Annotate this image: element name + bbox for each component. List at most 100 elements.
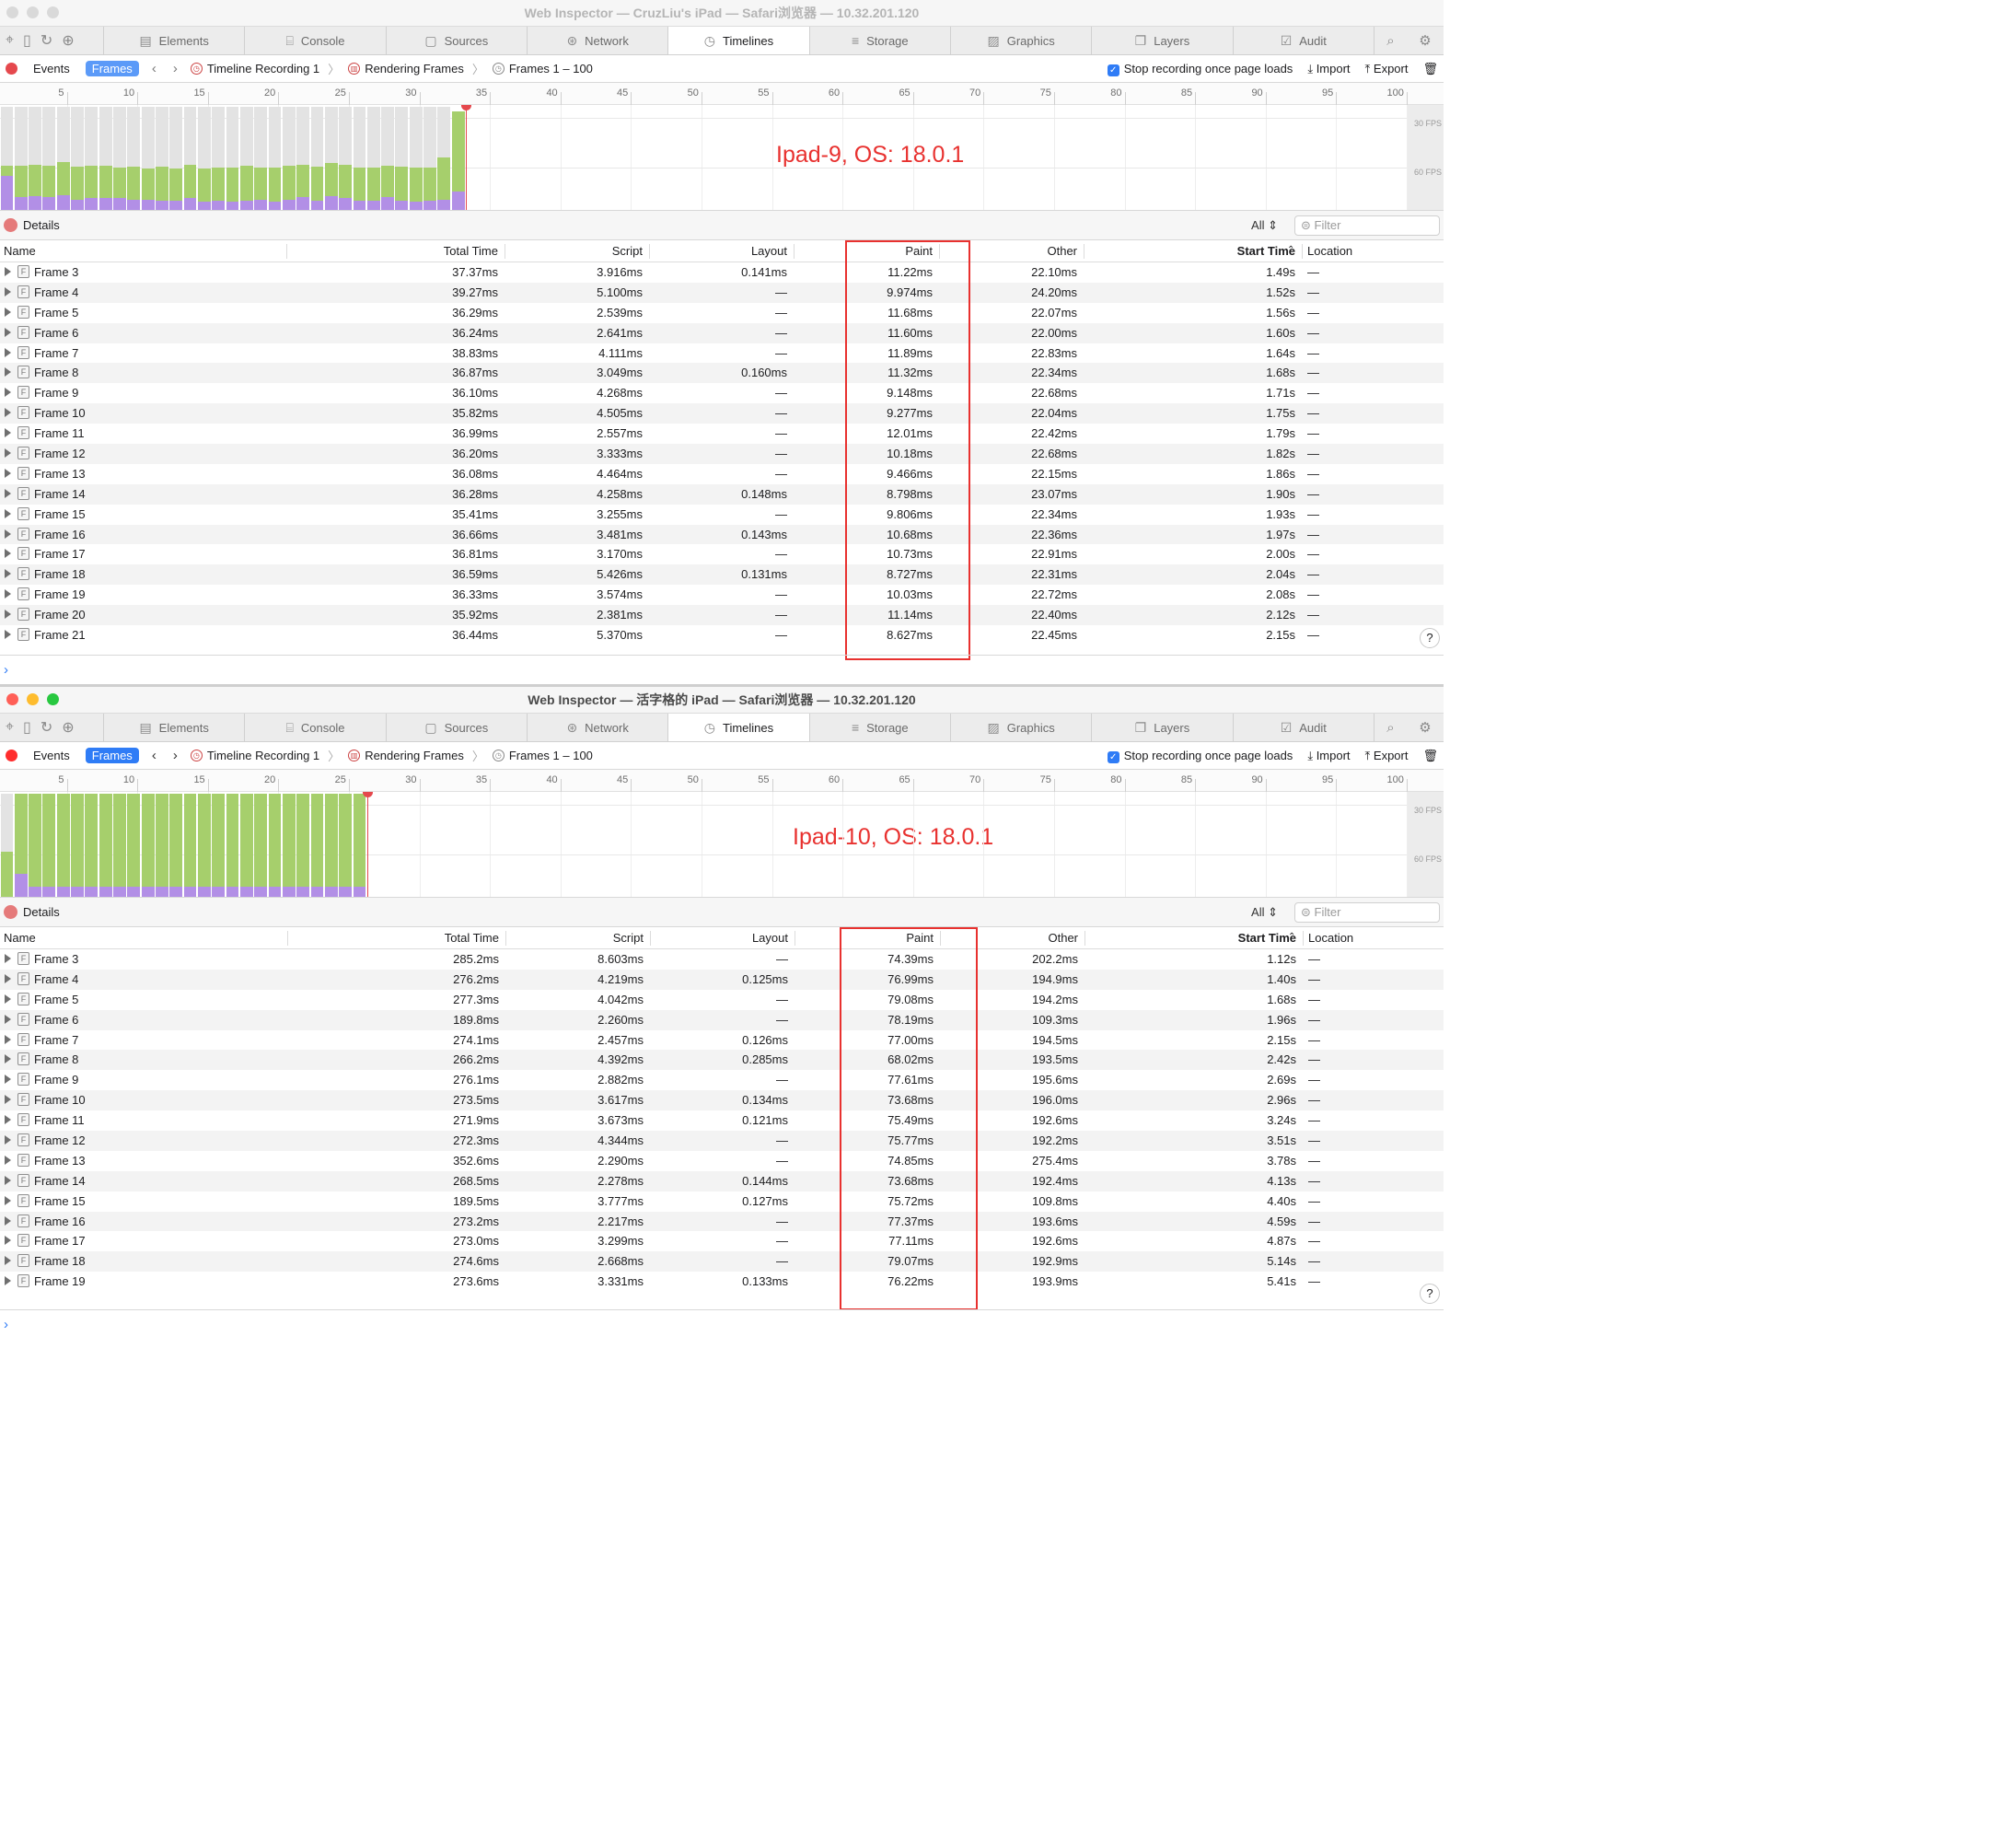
frame-bar[interactable]: [197, 792, 211, 897]
disclosure-triangle-icon[interactable]: [5, 286, 11, 296]
playhead-marker[interactable]: [461, 105, 472, 210]
column-header-other[interactable]: Other: [1047, 244, 1077, 258]
frame-bar[interactable]: [254, 105, 268, 210]
disclosure-triangle-icon[interactable]: [5, 307, 11, 317]
table-row[interactable]: F Frame 18 36.59ms 5.426ms 0.131ms 8.727ms 22.…: [0, 564, 1444, 586]
export-button[interactable]: ⤒ Export: [1365, 62, 1409, 76]
frames-overview[interactable]: 30 FPS 60 FPS Ipad-9, OS: 18.0.1: [0, 105, 1444, 211]
frame-bar[interactable]: [353, 105, 366, 210]
zoom-window-button[interactable]: [47, 6, 59, 18]
element-picker-icon[interactable]: ⌖: [6, 32, 14, 49]
element-picker-icon[interactable]: ⌖: [6, 719, 14, 736]
table-row[interactable]: F Frame 13 36.08ms 4.464ms —9.466ms 22.15ms 1.…: [0, 464, 1444, 484]
disclosure-triangle-icon[interactable]: [5, 1195, 11, 1205]
disclosure-triangle-icon[interactable]: [5, 1034, 11, 1044]
table-row[interactable]: F Frame 7 274.1ms 2.457ms 0.126ms 77.00ms 194.…: [0, 1030, 1444, 1051]
frame-bar[interactable]: [156, 792, 168, 897]
frame-bar[interactable]: [85, 105, 99, 210]
import-button[interactable]: ⤓ Import: [1307, 62, 1350, 76]
disclosure-triangle-icon[interactable]: [5, 347, 11, 357]
download-icon[interactable]: ⊕: [62, 718, 74, 737]
frame-bar[interactable]: [42, 105, 56, 210]
frame-bar[interactable]: [169, 105, 183, 210]
table-row[interactable]: F Frame 3 37.37ms 3.916ms 0.141ms 11.22ms 22.1…: [0, 262, 1444, 283]
column-header-total-time[interactable]: Total Time: [444, 244, 498, 258]
column-separator[interactable]: [287, 931, 288, 946]
disclosure-triangle-icon[interactable]: [5, 954, 11, 963]
stop-recording-checkbox[interactable]: ✓ Stop recording once page loads: [1107, 749, 1293, 763]
table-row[interactable]: F Frame 17 273.0ms 3.299ms —77.11ms 192.6ms 4.…: [0, 1231, 1444, 1251]
table-row[interactable]: F Frame 10 35.82ms 4.505ms —9.277ms 22.04ms 1.…: [0, 403, 1444, 424]
help-button[interactable]: ?: [1420, 1284, 1440, 1304]
frame-bar[interactable]: [310, 105, 324, 210]
disclosure-triangle-icon[interactable]: [5, 1236, 11, 1246]
tab-timelines[interactable]: ◷ Timelines: [667, 714, 809, 741]
close-window-button[interactable]: [6, 693, 18, 705]
table-row[interactable]: F Frame 3 285.2ms 8.603ms —74.39ms 202.2ms 1.1…: [0, 949, 1444, 970]
tab-console[interactable]: ⌸ Console: [244, 27, 385, 54]
frame-bar[interactable]: [14, 105, 28, 210]
forward-chevron-icon[interactable]: ›: [169, 748, 181, 763]
scope-select[interactable]: All ⇕: [1251, 218, 1278, 233]
frame-bar[interactable]: [268, 105, 282, 210]
console-prompt[interactable]: ›: [0, 1309, 1444, 1341]
column-separator[interactable]: [1303, 931, 1304, 946]
frame-bar[interactable]: [29, 105, 41, 210]
frame-bar[interactable]: [71, 105, 84, 210]
column-header-total-time[interactable]: Total Time: [445, 931, 499, 945]
tab-elements[interactable]: ▤ Elements: [103, 714, 244, 741]
frame-bar[interactable]: [395, 105, 409, 210]
tab-layers[interactable]: ❐ Layers: [1091, 714, 1232, 741]
filter-field[interactable]: ⊜ Filter: [1294, 901, 1440, 923]
reload-icon[interactable]: ↻: [41, 31, 52, 50]
frames-overview[interactable]: 30 FPS 60 FPS Ipad-10, OS: 18.0.1: [0, 792, 1444, 898]
disclosure-triangle-icon[interactable]: [5, 1075, 11, 1085]
table-row[interactable]: F Frame 6 189.8ms 2.260ms —78.19ms 109.3ms 1.9…: [0, 1009, 1444, 1030]
disclosure-triangle-icon[interactable]: [5, 630, 11, 640]
frame-bar[interactable]: [113, 792, 126, 897]
timeline-ruler[interactable]: 5 10 15 20 25 30 35 40 45 50 55 60 65 70 75 80 85 90 95 100: [0, 770, 1444, 792]
gear-icon[interactable]: ⚙: [1419, 719, 1431, 736]
disclosure-triangle-icon[interactable]: [5, 549, 11, 559]
frame-bar[interactable]: [296, 105, 310, 210]
table-row[interactable]: F Frame 15 35.41ms 3.255ms —9.806ms 22.34ms 1.…: [0, 505, 1444, 525]
disclosure-triangle-icon[interactable]: [5, 1276, 11, 1286]
table-row[interactable]: F Frame 11 271.9ms 3.673ms 0.121ms 75.49ms 192…: [0, 1110, 1444, 1131]
frame-bar[interactable]: [339, 792, 352, 897]
scope-select[interactable]: All ⇕: [1251, 905, 1278, 920]
timeline-ruler[interactable]: 5 10 15 20 25 30 35 40 45 50 55 60 65 70 75 80 85 90 95 100: [0, 83, 1444, 105]
table-row[interactable]: F Frame 17 36.81ms 3.170ms —10.73ms 22.91ms 2.…: [0, 544, 1444, 564]
minimize-window-button[interactable]: [27, 693, 39, 705]
table-row[interactable]: F Frame 18 274.6ms 2.668ms —79.07ms 192.9ms 5.…: [0, 1251, 1444, 1273]
column-separator[interactable]: [794, 244, 795, 259]
frame-bar[interactable]: [254, 792, 268, 897]
zoom-window-button[interactable]: [47, 693, 59, 705]
table-row[interactable]: F Frame 21 36.44ms 5.370ms —8.627ms 22.45ms 2.…: [0, 625, 1444, 645]
frames-toggle[interactable]: Frames: [85, 61, 139, 76]
table-row[interactable]: F Frame 13 352.6ms 2.290ms —74.85ms 275.4ms 3.…: [0, 1151, 1444, 1171]
tab-audit[interactable]: ☑ Audit: [1232, 714, 1374, 741]
frame-bar[interactable]: [212, 792, 226, 897]
frame-bar[interactable]: [56, 105, 70, 210]
frame-bar[interactable]: [282, 792, 296, 897]
table-row[interactable]: F Frame 15 189.5ms 3.777ms 0.127ms 75.72ms 109…: [0, 1191, 1444, 1212]
import-button[interactable]: ⤓ Import: [1307, 749, 1350, 763]
disclosure-triangle-icon[interactable]: [5, 1115, 11, 1125]
gear-icon[interactable]: ⚙: [1419, 32, 1431, 49]
disclosure-triangle-icon[interactable]: [5, 448, 11, 459]
frame-bar[interactable]: [56, 792, 70, 897]
close-window-button[interactable]: [6, 6, 18, 18]
frame-bar[interactable]: [268, 792, 282, 897]
back-chevron-icon[interactable]: ‹: [148, 748, 160, 763]
frame-bar[interactable]: [296, 792, 310, 897]
disclosure-triangle-icon[interactable]: [5, 569, 11, 579]
frame-bar[interactable]: [324, 105, 338, 210]
tab-graphics[interactable]: ▨ Graphics: [949, 714, 1091, 741]
frame-bar[interactable]: [226, 105, 239, 210]
record-button[interactable]: [6, 750, 17, 761]
frame-bar[interactable]: [282, 105, 296, 210]
frame-bar[interactable]: [451, 105, 465, 210]
disclosure-triangle-icon[interactable]: [5, 408, 11, 418]
frame-bar[interactable]: [99, 105, 112, 210]
disclosure-triangle-icon[interactable]: [5, 973, 11, 983]
